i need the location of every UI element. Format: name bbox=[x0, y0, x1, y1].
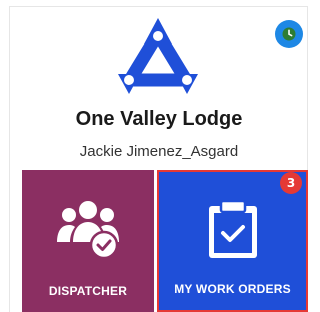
my-work-orders-label: MY WORK ORDERS bbox=[174, 282, 291, 296]
org-name: One Valley Lodge bbox=[75, 108, 243, 130]
dispatcher-label: DISPATCHER bbox=[48, 284, 128, 298]
user-name: Jackie Jimenez_Asgard bbox=[79, 143, 239, 160]
dispatcher-tile[interactable]: DISPATCHER bbox=[22, 170, 154, 312]
triangle-nodes-logo-icon bbox=[118, 18, 198, 94]
users-check-icon bbox=[57, 201, 119, 260]
status-button[interactable] bbox=[275, 20, 303, 48]
clock-icon bbox=[282, 27, 296, 41]
clipboard-check-icon bbox=[208, 200, 257, 258]
work-orders-count-badge: 3 bbox=[280, 172, 302, 194]
